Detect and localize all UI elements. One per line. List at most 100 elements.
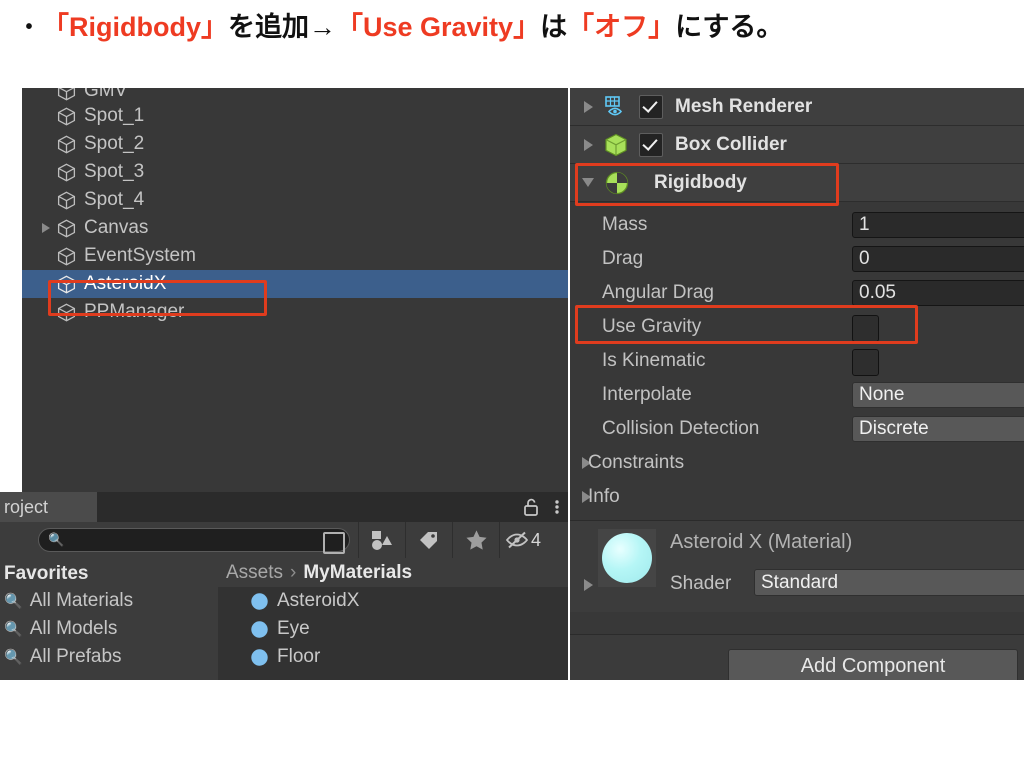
game-object-cube-icon (57, 163, 76, 181)
hierarchy-item-label: Spot_4 (84, 189, 145, 210)
hierarchy-item-gmv[interactable]: GMV (22, 88, 568, 102)
property-label: Is Kinematic (602, 350, 706, 371)
search-icon: 🔍 (48, 532, 65, 547)
project-panel[interactable]: roject 🔍 4 Favorites 🔍 All Materials 🔍 A… (0, 492, 568, 680)
asset-item-floor[interactable]: Floor (218, 643, 568, 671)
collision-detection-dropdown[interactable]: Discrete (852, 416, 1024, 442)
star-favorite-icon (465, 530, 487, 550)
shapes-filter-button[interactable] (358, 522, 405, 558)
shader-dropdown[interactable]: Standard (754, 569, 1024, 596)
material-ball-icon (251, 648, 268, 666)
property-row-interpolate[interactable]: Interpolate None (570, 378, 1024, 412)
hierarchy-item-spot-2[interactable]: Spot_2 (22, 130, 568, 158)
kebab-menu-icon[interactable] (554, 497, 560, 517)
property-row-constraints[interactable]: Constraints (570, 446, 1024, 480)
game-object-cube-icon (57, 107, 76, 125)
mass-input[interactable]: 1 (852, 212, 1024, 238)
hierarchy-item-eventsystem[interactable]: EventSystem (22, 242, 568, 270)
chevron-right-icon[interactable] (42, 223, 50, 233)
component-enabled-checkbox[interactable] (639, 132, 663, 157)
project-toolbar: 🔍 4 (0, 522, 568, 558)
mesh-renderer-icon (605, 95, 623, 116)
inspector-panel[interactable]: Mesh Renderer Box Collider Rigidbody Mas… (570, 88, 1024, 680)
property-row-info[interactable]: Info (570, 480, 1024, 514)
use-gravity-checkbox[interactable] (852, 315, 879, 342)
property-row-mass[interactable]: Mass 1 (570, 208, 1024, 242)
breadcrumb-current[interactable]: MyMaterials (303, 562, 412, 584)
asset-item-label: AsteroidX (277, 590, 360, 611)
component-header-box-collider[interactable]: Box Collider (570, 126, 1024, 164)
property-label: Use Gravity (602, 316, 702, 337)
tab-project[interactable]: roject (0, 492, 97, 522)
hierarchy-item-spot-1[interactable]: Spot_1 (22, 102, 568, 130)
breadcrumb: Assets › MyMaterials (218, 558, 568, 587)
hierarchy-item-spot-3[interactable]: Spot_3 (22, 158, 568, 186)
label-tag-button[interactable] (405, 522, 452, 558)
favorites-item-all-models[interactable]: 🔍 All Models (0, 615, 218, 643)
asset-item-eye[interactable]: Eye (218, 615, 568, 643)
hierarchy-item-ppmanager[interactable]: PPManager (22, 298, 568, 326)
chevron-right-icon[interactable] (584, 100, 593, 113)
angular-drag-input[interactable]: 0.05 (852, 280, 1024, 306)
chevron-down-icon[interactable] (582, 178, 594, 187)
heading-part-usegravity: 「Use Gravity」 (335, 12, 541, 42)
property-row-drag[interactable]: Drag 0 (570, 242, 1024, 276)
material-thumbnail (598, 529, 656, 587)
property-label: Interpolate (602, 384, 692, 405)
rigidbody-icon (605, 171, 629, 194)
asset-item-asteroidx[interactable]: AsteroidX (218, 587, 568, 615)
component-header-mesh-renderer[interactable]: Mesh Renderer (570, 88, 1024, 126)
favorites-item-label: All Prefabs (29, 646, 122, 667)
unlocked-padlock-icon[interactable] (523, 497, 540, 517)
chevron-right-icon[interactable] (584, 138, 593, 151)
game-object-cube-icon (57, 247, 76, 265)
property-label: Drag (602, 248, 644, 269)
project-body: Favorites 🔍 All Materials 🔍 All Models 🔍… (0, 558, 568, 680)
hierarchy-item-canvas[interactable]: Canvas (22, 214, 568, 242)
add-component-button[interactable]: Add Component (728, 649, 1018, 680)
box-collider-icon (605, 133, 627, 156)
inspector-gap (570, 612, 1024, 634)
hierarchy-item-label: Spot_3 (84, 161, 145, 182)
hierarchy-item-asteroidx[interactable]: AsteroidX (22, 270, 568, 298)
heading-part-add: を追加→ (227, 12, 336, 42)
drag-input[interactable]: 0 (852, 246, 1024, 272)
search-expand-icon[interactable] (323, 532, 345, 554)
property-row-angular-drag[interactable]: Angular Drag 0.05 (570, 276, 1024, 310)
property-row-is-kinematic[interactable]: Is Kinematic (570, 344, 1024, 378)
hierarchy-panel[interactable]: GMV Spot_1 Spot_2 Spot_3 Spot_4 Canvas E… (22, 88, 568, 492)
tab-project-label: roject (4, 496, 49, 517)
property-row-use-gravity[interactable]: Use Gravity (570, 310, 1024, 344)
game-object-cube-icon (57, 219, 76, 237)
favorites-column: Favorites 🔍 All Materials 🔍 All Models 🔍… (0, 558, 218, 680)
is-kinematic-checkbox[interactable] (852, 349, 879, 376)
slide-heading-text: 「Rigidbody」を追加→「Use Gravity」は「オフ」にする。 (42, 10, 783, 44)
search-icon: 🔍 (4, 649, 23, 666)
heading-part-off: 「オフ」 (567, 12, 676, 42)
hierarchy-item-label: PPManager (84, 301, 185, 322)
property-label: Collision Detection (602, 418, 760, 439)
star-favorite-button[interactable] (452, 522, 499, 558)
hierarchy-item-label: AsteroidX (84, 273, 167, 294)
hidden-objects-button[interactable]: 4 (499, 522, 546, 558)
search-icon: 🔍 (4, 621, 23, 638)
property-row-collision-detection[interactable]: Collision Detection Discrete (570, 412, 1024, 446)
heading-part-suru: にする。 (675, 12, 784, 42)
project-tabbar: roject (0, 492, 568, 522)
search-input[interactable]: 🔍 (38, 528, 350, 554)
component-header-rigidbody[interactable]: Rigidbody (570, 164, 1024, 202)
heading-part-rigidbody: 「Rigidbody」 (42, 12, 228, 42)
slide-heading: • 「Rigidbody」を追加→「Use Gravity」は「オフ」にする。 (0, 10, 1024, 44)
breadcrumb-root[interactable]: Assets (226, 562, 283, 584)
hierarchy-item-label: Spot_1 (84, 105, 145, 126)
hierarchy-item-spot-4[interactable]: Spot_4 (22, 186, 568, 214)
hierarchy-item-label: Canvas (84, 217, 149, 238)
interpolate-dropdown[interactable]: None (852, 382, 1024, 408)
favorites-item-all-prefabs[interactable]: 🔍 All Prefabs (0, 643, 218, 671)
chevron-right-icon[interactable] (584, 579, 593, 591)
asset-item-label: Eye (277, 618, 310, 639)
component-enabled-checkbox[interactable] (639, 94, 663, 119)
material-preview-block[interactable]: Asteroid X (Material) Shader Standard (570, 520, 1024, 614)
component-name: Rigidbody (654, 171, 747, 193)
favorites-item-all-materials[interactable]: 🔍 All Materials (0, 587, 218, 615)
